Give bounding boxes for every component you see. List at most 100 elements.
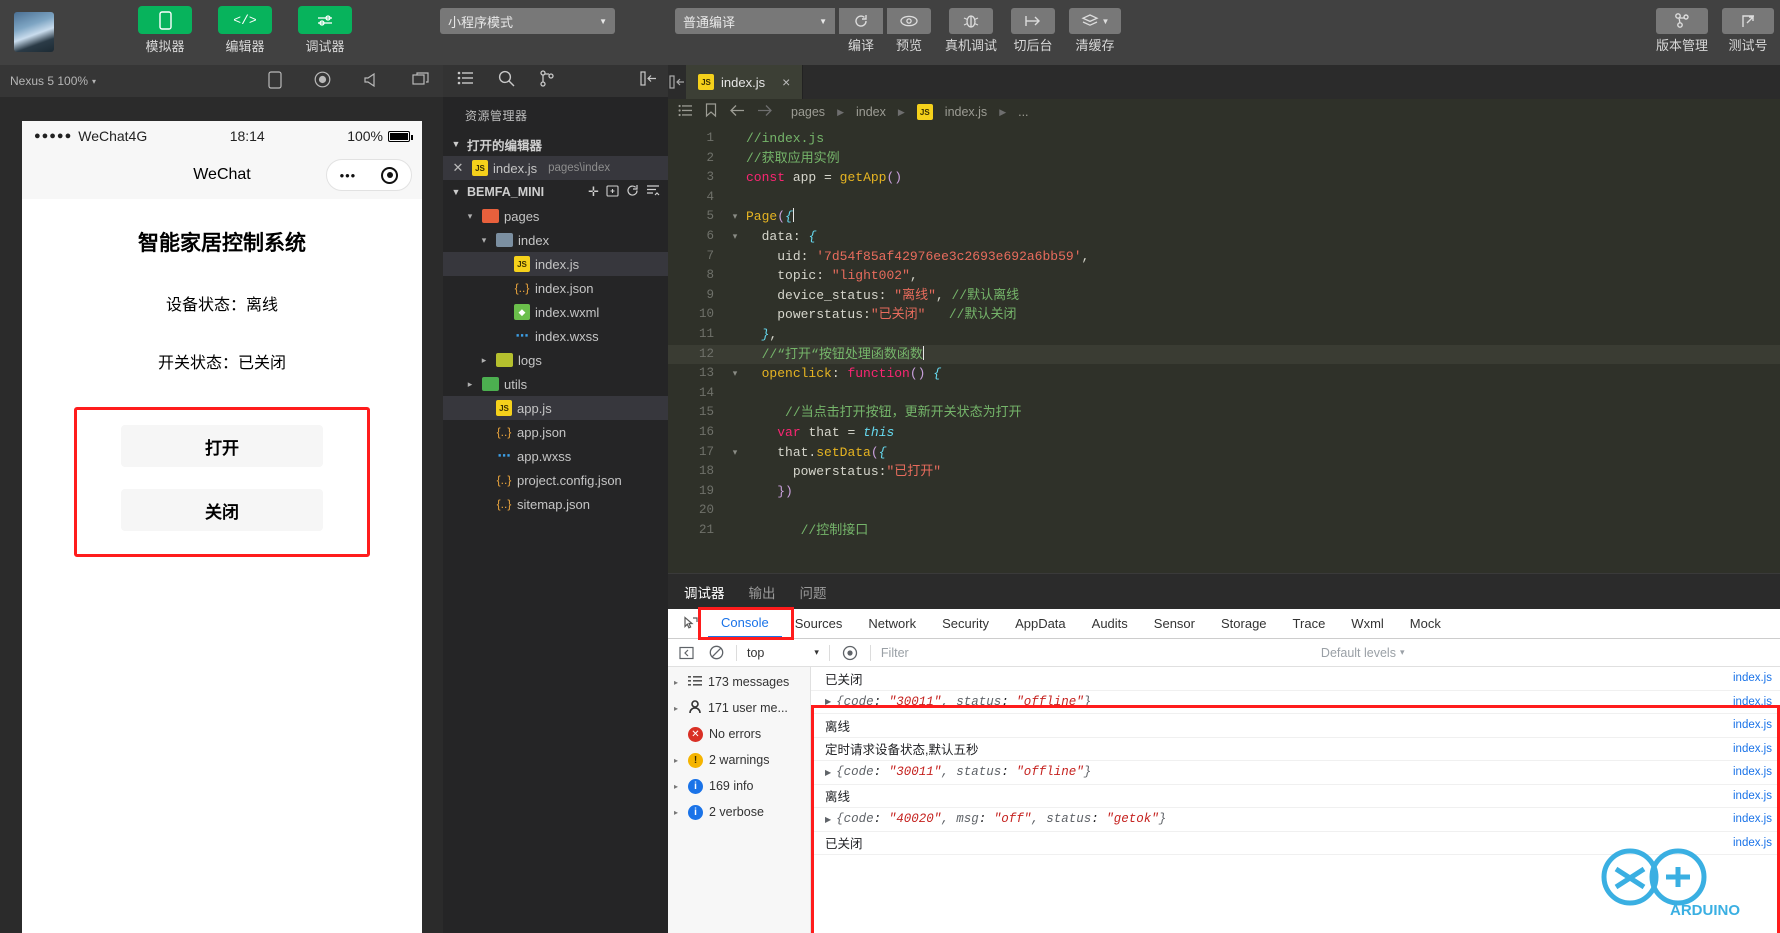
- devtools-tab-storage[interactable]: Storage: [1208, 609, 1280, 638]
- fold-marker[interactable]: ▾: [724, 207, 746, 227]
- console-source-link[interactable]: index.js: [1733, 837, 1772, 849]
- expand-icon[interactable]: ▶: [825, 697, 831, 706]
- console-sidebar-row[interactable]: ▸ i 2 verbose: [668, 799, 810, 825]
- code-line[interactable]: //获取应用实例: [746, 149, 1780, 169]
- device-selector[interactable]: Nexus 5 100%: [10, 74, 88, 88]
- console-source-link[interactable]: index.js: [1733, 743, 1772, 755]
- fold-marker[interactable]: [724, 403, 746, 423]
- code-line[interactable]: powerstatus:"已打开": [746, 462, 1780, 482]
- debugger-tab-输出[interactable]: 输出: [749, 582, 776, 602]
- console-source-link[interactable]: index.js: [1733, 696, 1772, 708]
- twisty-icon[interactable]: ▾: [463, 211, 477, 222]
- split-editor-icon[interactable]: [668, 65, 686, 99]
- fold-marker[interactable]: [724, 247, 746, 267]
- twisty-icon[interactable]: ▸: [674, 678, 682, 687]
- twisty-icon[interactable]: ▸: [674, 756, 682, 765]
- close-icon[interactable]: ×: [782, 74, 790, 90]
- code-line[interactable]: Page({: [746, 207, 1780, 227]
- fold-marker[interactable]: [724, 286, 746, 306]
- breadcrumb-more[interactable]: ...: [1018, 105, 1028, 119]
- console-message[interactable]: 已关闭 index.js: [811, 832, 1780, 855]
- phone-rotate-icon[interactable]: [268, 70, 282, 92]
- code-line[interactable]: }): [746, 482, 1780, 502]
- compile-select[interactable]: 普通编译 ▼: [675, 8, 835, 34]
- simulator-toggle-button[interactable]: 模拟器: [132, 6, 198, 55]
- twisty-icon[interactable]: ▸: [477, 355, 491, 366]
- console-message[interactable]: 定时请求设备状态,默认五秒 index.js: [811, 738, 1780, 761]
- bookmark-icon[interactable]: [705, 103, 717, 121]
- fold-marker[interactable]: [724, 325, 746, 345]
- console-sidebar-row[interactable]: ▸! 2 warnings: [668, 747, 810, 773]
- outline-icon[interactable]: [678, 104, 693, 120]
- console-sidebar-row[interactable]: ▸ 171 user me...: [668, 695, 810, 721]
- console-message[interactable]: ▶ {code: "40020", msg: "off", status: "ge…: [811, 808, 1780, 832]
- tree-item-logs[interactable]: ▸ logs: [443, 348, 668, 372]
- debugger-tab-问题[interactable]: 问题: [800, 582, 827, 602]
- console-source-link[interactable]: index.js: [1733, 813, 1772, 825]
- execution-context-selector[interactable]: top ▾: [747, 646, 819, 660]
- tree-item-app-wxss[interactable]: ⋯ app.wxss: [443, 444, 668, 468]
- devtools-tab-wxml[interactable]: Wxml: [1338, 609, 1397, 638]
- window-icon[interactable]: [412, 72, 429, 90]
- fold-marker[interactable]: ▾: [724, 443, 746, 463]
- tree-item-app-json[interactable]: {..} app.json: [443, 420, 668, 444]
- twisty-icon[interactable]: ▸: [674, 782, 682, 791]
- devtools-tab-appdata[interactable]: AppData: [1002, 609, 1079, 638]
- fold-marker[interactable]: [724, 266, 746, 286]
- console-message[interactable]: 离线 index.js: [811, 785, 1780, 808]
- console-source-link[interactable]: index.js: [1733, 790, 1772, 802]
- clear-cache-button[interactable]: ▼ 清缓存: [1069, 8, 1122, 54]
- devtools-tab-network[interactable]: Network: [855, 609, 929, 638]
- code-line[interactable]: var that = this: [746, 423, 1780, 443]
- code-text[interactable]: //index.js//获取应用实例 const app = getApp() P…: [746, 125, 1780, 573]
- code-line[interactable]: that.setData({: [746, 443, 1780, 463]
- record-icon[interactable]: [314, 71, 331, 91]
- console-message[interactable]: ▶ {code: "30011", status: "offline"} index…: [811, 761, 1780, 785]
- tab-index-js[interactable]: JS index.js ×: [686, 65, 804, 99]
- megaphone-icon[interactable]: [363, 72, 380, 90]
- open-editors-section[interactable]: ▼ 打开的编辑器: [443, 132, 668, 156]
- user-avatar[interactable]: [14, 12, 54, 52]
- fold-marker[interactable]: [724, 129, 746, 149]
- fold-marker[interactable]: [724, 501, 746, 521]
- fold-marker[interactable]: [724, 482, 746, 502]
- debugger-toggle-button[interactable]: 调试器: [292, 6, 358, 55]
- code-area[interactable]: 1 2 3 4 5 6 7 8 9 10 11 12 13 14 15 16 17 18 19 20 21 ▾ ▾ ▾ ▾ /…: [668, 125, 1780, 573]
- twisty-icon[interactable]: ▾: [477, 235, 491, 246]
- devtools-tab-trace[interactable]: Trace: [1280, 609, 1339, 638]
- editor-toggle-button[interactable]: </> 编辑器: [212, 6, 278, 55]
- tree-item-index[interactable]: ▾ index: [443, 228, 668, 252]
- open-button[interactable]: 打开: [121, 425, 323, 467]
- fold-marker[interactable]: [724, 168, 746, 188]
- console-source-link[interactable]: index.js: [1733, 672, 1772, 684]
- project-section[interactable]: ▼ BEMFA_MINI ✛: [443, 180, 668, 204]
- inspect-element-icon[interactable]: [674, 615, 708, 632]
- console-sidebar-row[interactable]: ▸ i 169 info: [668, 773, 810, 799]
- new-folder-icon[interactable]: [606, 184, 619, 200]
- code-line[interactable]: },: [746, 325, 1780, 345]
- open-editor-item[interactable]: ✕ JS index.js pages\index: [443, 156, 668, 180]
- tree-item-pages[interactable]: ▾ pages: [443, 204, 668, 228]
- sidebar-toggle-icon[interactable]: [676, 643, 696, 663]
- console-filter-input[interactable]: Filter: [881, 646, 1311, 660]
- twisty-icon[interactable]: ▸: [674, 808, 682, 817]
- log-levels-select[interactable]: Default levels ▾: [1321, 646, 1405, 660]
- fold-marker[interactable]: [724, 423, 746, 443]
- breadcrumb-index[interactable]: index: [856, 105, 886, 119]
- source-control-icon[interactable]: [539, 70, 555, 92]
- close-button[interactable]: 关闭: [121, 489, 323, 531]
- tree-item-utils[interactable]: ▸ utils: [443, 372, 668, 396]
- code-line[interactable]: //当点击打开按钮，更新开关状态为打开: [746, 403, 1780, 423]
- clear-console-icon[interactable]: [706, 643, 726, 663]
- tree-item-sitemap-json[interactable]: {..} sitemap.json: [443, 492, 668, 516]
- code-line[interactable]: device_status: "离线", //默认离线: [746, 286, 1780, 306]
- fold-marker[interactable]: [724, 384, 746, 404]
- tree-item-app-js[interactable]: JS app.js: [443, 396, 668, 420]
- devtools-tab-mock[interactable]: Mock: [1397, 609, 1454, 638]
- devtools-tab-audits[interactable]: Audits: [1079, 609, 1141, 638]
- tree-item-project-config-json[interactable]: {..} project.config.json: [443, 468, 668, 492]
- capsule-menu[interactable]: •••: [326, 159, 412, 191]
- fold-marker[interactable]: [724, 462, 746, 482]
- fold-marker[interactable]: [724, 188, 746, 208]
- devtools-tab-security[interactable]: Security: [929, 609, 1002, 638]
